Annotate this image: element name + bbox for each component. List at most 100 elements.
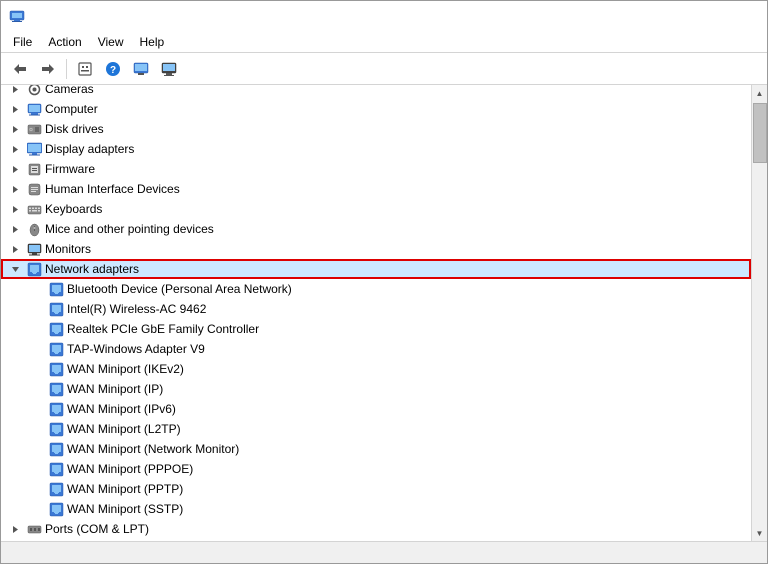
item-label-net1: Bluetooth Device (Personal Area Network) [67,282,292,296]
content-area: ♪Audio inputs and outputsBatteriesᛒBluet… [1,85,767,541]
expand-icon-hid[interactable] [7,181,23,197]
menu-view[interactable]: View [90,33,132,51]
item-label-firmware: Firmware [45,162,95,176]
help-button[interactable]: ? [100,57,126,81]
svg-text:?: ? [110,65,116,76]
item-label-ports: Ports (COM & LPT) [45,522,149,536]
item-icon-net8 [48,421,64,437]
display-button[interactable] [156,57,182,81]
tree-item-net6[interactable]: WAN Miniport (IP) [1,379,751,399]
tree-item-monitors[interactable]: Monitors [1,239,751,259]
expand-icon-keyboards[interactable] [7,201,23,217]
item-label-net3: Realtek PCIe GbE Family Controller [67,322,259,336]
item-icon-network [26,261,42,277]
item-label-net4: TAP-Windows Adapter V9 [67,342,205,356]
item-icon-disk [26,121,42,137]
tree-item-keyboards[interactable]: Keyboards [1,199,751,219]
tree-item-disk[interactable]: Disk drives [1,119,751,139]
scrollbar: ▲ ▼ [751,85,767,541]
item-icon-net10 [48,461,64,477]
expand-icon-computer[interactable] [7,101,23,117]
item-label-net2: Intel(R) Wireless-AC 9462 [67,302,206,316]
item-icon-mice [26,221,42,237]
scrollbar-track-space [753,101,767,525]
tree-item-net1[interactable]: Bluetooth Device (Personal Area Network) [1,279,751,299]
expand-icon-mice[interactable] [7,221,23,237]
expand-icon-monitors[interactable] [7,241,23,257]
tree-item-net9[interactable]: WAN Miniport (Network Monitor) [1,439,751,459]
scroll-up[interactable]: ▲ [752,85,768,101]
item-icon-ports [26,521,42,537]
tree-item-net2[interactable]: Intel(R) Wireless-AC 9462 [1,299,751,319]
maximize-button[interactable] [663,6,709,26]
minimize-button[interactable] [613,6,659,26]
tree-item-hid[interactable]: Human Interface Devices [1,179,751,199]
item-icon-cameras [26,85,42,97]
item-label-hid: Human Interface Devices [45,182,180,196]
tree-item-net10[interactable]: WAN Miniport (PPPOE) [1,459,751,479]
item-icon-net7 [48,401,64,417]
item-label-net8: WAN Miniport (L2TP) [67,422,181,436]
tree-item-net5[interactable]: WAN Miniport (IKEv2) [1,359,751,379]
item-icon-firmware [26,161,42,177]
item-label-net6: WAN Miniport (IP) [67,382,163,396]
close-button[interactable] [713,6,759,26]
item-icon-net9 [48,441,64,457]
toolbar-sep1 [66,59,67,79]
tree-item-ports[interactable]: Ports (COM & LPT) [1,519,751,539]
item-label-mice: Mice and other pointing devices [45,222,214,236]
tree-item-net3[interactable]: Realtek PCIe GbE Family Controller [1,319,751,339]
expand-icon-network[interactable] [7,261,23,277]
expand-icon-cameras[interactable] [7,85,23,97]
item-label-net5: WAN Miniport (IKEv2) [67,362,184,376]
item-icon-net6 [48,381,64,397]
toolbar: ? [1,53,767,85]
tree-item-net4[interactable]: TAP-Windows Adapter V9 [1,339,751,359]
menu-help[interactable]: Help [132,33,173,51]
tree-item-firmware[interactable]: Firmware [1,159,751,179]
menu-file[interactable]: File [5,33,40,51]
tree-item-net12[interactable]: WAN Miniport (SSTP) [1,499,751,519]
properties-button[interactable] [72,57,98,81]
tree-item-net11[interactable]: WAN Miniport (PPTP) [1,479,751,499]
scroll-down[interactable]: ▼ [752,525,768,541]
forward-button[interactable] [35,57,61,81]
status-bar [1,541,767,563]
item-icon-net5 [48,361,64,377]
menu-action[interactable]: Action [40,33,89,51]
item-label-monitors: Monitors [45,242,91,256]
device-manager-window: File Action View Help ? [0,0,768,564]
item-icon-net2 [48,301,64,317]
item-label-net11: WAN Miniport (PPTP) [67,482,183,496]
item-icon-monitors [26,241,42,257]
menu-bar: File Action View Help [1,31,767,53]
item-icon-net3 [48,321,64,337]
app-icon [9,8,25,24]
back-button[interactable] [7,57,33,81]
item-icon-computer [26,101,42,117]
update-button[interactable] [128,57,154,81]
item-icon-net4 [48,341,64,357]
tree-item-network[interactable]: Network adapters [1,259,751,279]
tree-item-display[interactable]: Display adapters [1,139,751,159]
tree-item-computer[interactable]: Computer [1,99,751,119]
item-icon-net12 [48,501,64,517]
expand-icon-firmware[interactable] [7,161,23,177]
tree-item-cameras[interactable]: Cameras [1,85,751,99]
tree-item-mice[interactable]: Mice and other pointing devices [1,219,751,239]
device-tree[interactable]: ♪Audio inputs and outputsBatteriesᛒBluet… [1,85,751,541]
item-icon-keyboards [26,201,42,217]
item-label-net9: WAN Miniport (Network Monitor) [67,442,239,456]
expand-icon-disk[interactable] [7,121,23,137]
tree-item-net7[interactable]: WAN Miniport (IPv6) [1,399,751,419]
scrollbar-thumb[interactable] [753,103,767,163]
item-label-keyboards: Keyboards [45,202,102,216]
item-label-cameras: Cameras [45,85,94,96]
item-label-net12: WAN Miniport (SSTP) [67,502,183,516]
tree-item-net8[interactable]: WAN Miniport (L2TP) [1,419,751,439]
expand-icon-ports[interactable] [7,521,23,537]
item-label-net10: WAN Miniport (PPPOE) [67,462,193,476]
item-label-disk: Disk drives [45,122,104,136]
item-icon-net11 [48,481,64,497]
expand-icon-display[interactable] [7,141,23,157]
